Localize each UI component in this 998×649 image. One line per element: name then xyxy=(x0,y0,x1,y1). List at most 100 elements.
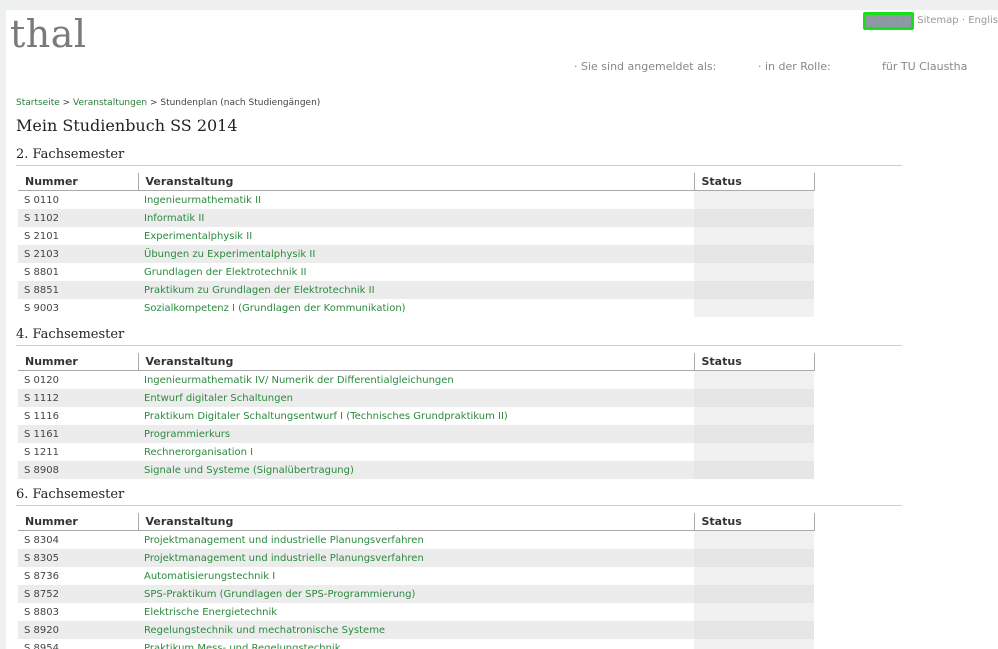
course-link[interactable]: Übungen zu Experimentalphysik II xyxy=(144,249,315,260)
role-label: · in der Rolle: xyxy=(758,60,831,73)
course-link[interactable]: Projektmanagement und industrielle Planu… xyxy=(144,553,424,564)
course-link[interactable]: Ingenieurmathematik IV/ Numerik der Diff… xyxy=(144,375,454,386)
course-link[interactable]: Automatisierungstechnik I xyxy=(144,571,275,582)
table-row: S 1112 Entwurf digitaler Schaltungen xyxy=(18,389,814,407)
course-link[interactable]: SPS-Praktikum (Grundlagen der SPS-Progra… xyxy=(144,589,415,600)
table-row: S 1116 Praktikum Digitaler Schaltungsentw… xyxy=(18,407,814,425)
table-row: S 1102 Informatik II xyxy=(18,209,814,227)
course-name-cell: Übungen zu Experimentalphysik II xyxy=(138,245,694,263)
course-status xyxy=(694,461,814,479)
page-title: Mein Studienbuch SS 2014 xyxy=(16,116,238,135)
course-name-cell: Programmierkurs xyxy=(138,425,694,443)
course-status xyxy=(694,281,814,299)
course-status xyxy=(694,549,814,567)
column-header-status[interactable]: Status xyxy=(694,353,815,371)
course-link[interactable]: Informatik II xyxy=(144,213,204,224)
table-header-row: Nummer Veranstaltung Status xyxy=(18,353,815,371)
course-name-cell: Sozialkompetenz I (Grundlagen der Kommun… xyxy=(138,299,694,317)
semester-heading: 4. Fachsemester xyxy=(16,327,902,346)
course-number: S 8801 xyxy=(24,266,59,278)
table-row: S 2101 Experimentalphysik II xyxy=(18,227,814,245)
course-link[interactable]: Regelungstechnik und mechatronische Syst… xyxy=(144,625,385,636)
course-name-cell: Ingenieurmathematik IV/ Numerik der Diff… xyxy=(138,371,694,390)
breadcrumb-separator: > xyxy=(59,98,74,108)
course-number: S 0120 xyxy=(24,374,59,386)
courses-table: Nummer Veranstaltung Status S 8304 Projektma… xyxy=(18,513,815,649)
course-name-cell: Experimentalphysik II xyxy=(138,227,694,245)
courses-table: Nummer Veranstaltung Status S 0110 Ingenieur… xyxy=(18,173,815,317)
table-row: S 8851 Praktikum zu Grundlagen der Elektr… xyxy=(18,281,814,299)
course-status xyxy=(694,245,814,263)
nav-separator: · xyxy=(961,15,966,26)
breadcrumb-separator: > xyxy=(147,98,161,108)
course-status xyxy=(694,190,814,209)
institution-label: für TU Claustha xyxy=(882,60,968,73)
sitemap-link[interactable]: Sitemap xyxy=(917,15,958,26)
course-link[interactable]: Ingenieurmathematik II xyxy=(144,195,261,206)
column-header-status[interactable]: Status xyxy=(694,513,815,531)
course-name-cell: Signale und Systeme (Signalübertragung) xyxy=(138,461,694,479)
table-row: S 9003 Sozialkompetenz I (Grundlagen der … xyxy=(18,299,814,317)
column-header-number[interactable]: Nummer xyxy=(18,173,139,191)
course-status xyxy=(694,407,814,425)
course-status xyxy=(694,263,814,281)
course-number: S 1112 xyxy=(18,389,138,407)
table-row: S 8736 Automatisierungstechnik I xyxy=(18,567,814,585)
site-logo[interactable]: thal xyxy=(10,12,87,56)
course-status xyxy=(694,299,814,317)
table-row: S 1211 Rechnerorganisation I xyxy=(18,443,814,461)
course-link[interactable]: Sozialkompetenz I (Grundlagen der Kommun… xyxy=(144,303,406,314)
logged-in-as-label: · Sie sind angemeldet als: xyxy=(574,60,717,73)
course-status xyxy=(694,227,814,245)
column-header-number[interactable]: Nummer xyxy=(18,513,139,531)
semester-heading: 6. Fachsemester xyxy=(16,487,902,506)
course-link[interactable]: Signale und Systeme (Signalübertragung) xyxy=(144,465,354,476)
course-number: S 8954 xyxy=(24,642,59,649)
course-link[interactable]: Praktikum Mess- und Regelungstechnik xyxy=(144,643,341,649)
breadcrumb-current: Stundenplan (nach Studiengängen) xyxy=(160,98,321,108)
course-link[interactable]: Programmierkurs xyxy=(144,429,230,440)
course-status xyxy=(694,530,814,549)
table-row: S 8305 Projektmanagement und industrielle… xyxy=(18,549,814,567)
course-name-cell: Projektmanagement und industrielle Planu… xyxy=(138,531,694,550)
course-name-cell: Regelungstechnik und mechatronische Syst… xyxy=(138,621,694,639)
course-number: S 9003 xyxy=(24,302,59,314)
course-link[interactable]: Praktikum Digitaler Schaltungsentwurf I … xyxy=(144,411,508,422)
course-link[interactable]: Projektmanagement und industrielle Planu… xyxy=(144,535,424,546)
course-name-cell: Praktikum zu Grundlagen der Elektrotechn… xyxy=(138,281,694,299)
table-header-row: Nummer Veranstaltung Status xyxy=(18,513,815,531)
course-link[interactable]: Elektrische Energietechnik xyxy=(144,607,277,618)
course-number: S 8803 xyxy=(24,606,59,618)
course-status xyxy=(694,443,814,461)
column-header-course[interactable]: Veranstaltung xyxy=(138,353,695,371)
table-row: S 8920 Regelungstechnik und mechatronisch… xyxy=(18,621,814,639)
course-number: S 2101 xyxy=(24,230,59,242)
breadcrumb-events-link[interactable]: Veranstaltungen xyxy=(73,98,147,108)
course-number: S 8736 xyxy=(24,570,59,582)
semester-selector-link[interactable]: SS 2014 xyxy=(862,12,915,30)
course-status xyxy=(694,603,814,621)
course-name-cell: Ingenieurmathematik II xyxy=(138,191,694,210)
table-header-row: Nummer Veranstaltung Status xyxy=(18,173,815,191)
course-link[interactable]: Experimentalphysik II xyxy=(144,231,252,242)
column-header-status[interactable]: Status xyxy=(694,173,815,191)
course-name-cell: SPS-Praktikum (Grundlagen der SPS-Progra… xyxy=(138,585,694,603)
course-number: S 8851 xyxy=(18,281,138,299)
course-link[interactable]: Grundlagen der Elektrotechnik II xyxy=(144,267,306,278)
course-status xyxy=(694,567,814,585)
course-link[interactable]: Rechnerorganisation I xyxy=(144,447,253,458)
course-name-cell: Elektrische Energietechnik xyxy=(138,603,694,621)
course-link[interactable]: Entwurf digitaler Schaltungen xyxy=(144,393,293,404)
course-status xyxy=(694,209,814,227)
breadcrumb-home-link[interactable]: Startseite xyxy=(16,98,60,108)
column-header-course[interactable]: Veranstaltung xyxy=(138,513,695,531)
english-language-link[interactable]: Englis xyxy=(968,15,998,26)
course-name-cell: Praktikum Digitaler Schaltungsentwurf I … xyxy=(138,407,694,425)
table-row: S 8304 Projektmanagement und industrielle… xyxy=(18,530,814,550)
column-header-course[interactable]: Veranstaltung xyxy=(138,173,695,191)
course-link[interactable]: Praktikum zu Grundlagen der Elektrotechn… xyxy=(144,285,375,296)
column-header-number[interactable]: Nummer xyxy=(18,353,139,371)
course-status xyxy=(694,370,814,389)
course-status xyxy=(694,389,814,407)
course-name-cell: Rechnerorganisation I xyxy=(138,443,694,461)
